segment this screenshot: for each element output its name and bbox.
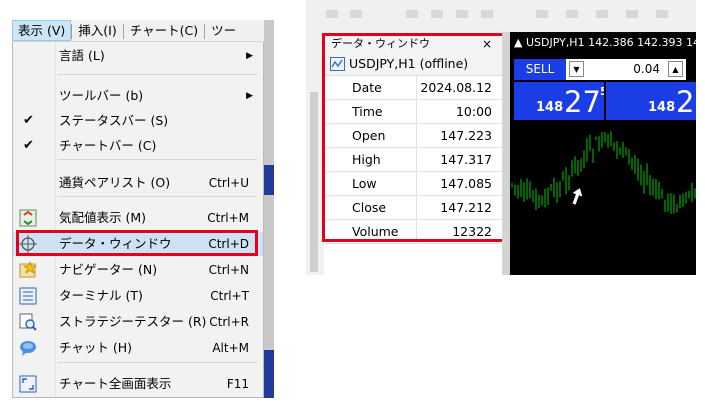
submenu-arrow-icon: ▶ bbox=[246, 51, 253, 61]
menu-item[interactable]: 言語 (L) ▶ bbox=[13, 44, 263, 68]
data-window-value: 147.317 bbox=[440, 152, 492, 167]
menu-item-shortcut: F11 bbox=[226, 377, 249, 391]
data-window-row: Date 2024.08.12 bbox=[324, 76, 502, 100]
data-window-row: Volume 12322 bbox=[324, 220, 502, 244]
strategy-tester-icon bbox=[19, 313, 37, 331]
data-window-value: 2024.08.12 bbox=[420, 80, 492, 95]
panel-splitter[interactable] bbox=[502, 32, 510, 275]
menu-bar: 表示 (V) 挿入(I) チャート(C) ツー bbox=[12, 20, 264, 42]
data-window-value: 147.085 bbox=[440, 176, 492, 191]
menu-item[interactable]: チャット (H) Alt+M bbox=[13, 336, 263, 360]
crosshair-icon bbox=[19, 235, 37, 253]
menu-separator bbox=[57, 159, 257, 160]
menu-item[interactable]: ターミナル (T) Ctrl+T bbox=[13, 284, 263, 308]
background-chart-strip bbox=[264, 20, 274, 398]
data-window-value: 147.223 bbox=[440, 128, 492, 143]
menu-separator bbox=[57, 362, 257, 363]
check-icon: ✔ bbox=[23, 138, 34, 153]
data-window-row: Time 10:00 bbox=[324, 100, 502, 124]
menu-item[interactable]: ✔ ステータスバー (S) bbox=[13, 109, 263, 133]
market-watch-icon bbox=[19, 209, 37, 227]
data-window-title: データ・ウィンドウ bbox=[331, 37, 430, 50]
menu-item[interactable]: 通貨ペアリスト (O) Ctrl+U bbox=[13, 171, 263, 195]
menu-item-label: ステータスバー (S) bbox=[59, 113, 169, 128]
data-window-symbol-row: USDJPY,H1 (offline) bbox=[324, 53, 502, 76]
menu-item-shortcut: Alt+M bbox=[212, 341, 249, 355]
data-window-value: 147.212 bbox=[440, 200, 492, 215]
data-window-value: 12322 bbox=[452, 224, 492, 239]
menu-item-label: 通貨ペアリスト (O) bbox=[59, 175, 171, 190]
left-scrollbar[interactable] bbox=[306, 32, 322, 275]
data-window-key: Time bbox=[352, 104, 383, 119]
data-window-key: Close bbox=[352, 200, 387, 215]
menubar-item[interactable]: ツー bbox=[205, 20, 242, 41]
menu-item-shortcut: Ctrl+N bbox=[208, 263, 249, 277]
menu-item-shortcut: Ctrl+R bbox=[209, 315, 249, 329]
data-window-key: Open bbox=[352, 128, 386, 143]
column-divider bbox=[416, 220, 417, 244]
menu-item-label: チャート全画面表示 bbox=[59, 376, 172, 391]
menu-item-label: チャット (H) bbox=[59, 340, 133, 355]
column-divider bbox=[416, 148, 417, 172]
column-divider bbox=[416, 76, 417, 100]
menu-item-label: ストラテジーテスター (R) bbox=[59, 314, 207, 329]
fullscreen-icon bbox=[19, 375, 37, 393]
scrollbar-thumb[interactable] bbox=[310, 92, 318, 272]
menu-item-shortcut: Ctrl+T bbox=[210, 289, 249, 303]
data-window-row: Open 147.223 bbox=[324, 124, 502, 148]
data-window-key: Date bbox=[352, 80, 382, 95]
data-window-panel: データ・ウィンドウ × USDJPY,H1 (offline) Date 2024… bbox=[324, 35, 502, 275]
data-window-titlebar: データ・ウィンドウ × bbox=[324, 35, 502, 53]
menu-item[interactable]: ✔ チャートバー (C) bbox=[13, 134, 263, 158]
menu-item-shortcut: Ctrl+D bbox=[208, 237, 249, 251]
menu-item[interactable]: 気配値表示 (M) Ctrl+M bbox=[13, 206, 263, 230]
usdjpy-chart[interactable]: ▲ USDJPY,H1 142.386 142.393 142 SELL ▼ 0… bbox=[510, 32, 696, 275]
check-icon: ✔ bbox=[23, 113, 34, 128]
close-icon[interactable]: × bbox=[482, 35, 492, 53]
menu-item[interactable]: ストラテジーテスター (R) Ctrl+R bbox=[13, 310, 263, 334]
menu-item-label: 気配値表示 (M) bbox=[59, 210, 147, 225]
navigator-star-icon bbox=[19, 261, 37, 279]
menu-item-label: データ・ウィンドウ bbox=[59, 236, 172, 251]
column-divider bbox=[416, 100, 417, 124]
data-window-row: High 147.317 bbox=[324, 148, 502, 172]
menu-separator bbox=[57, 74, 257, 75]
menu-item[interactable]: チャート全画面表示 F11 bbox=[13, 372, 263, 396]
data-window-row: Low 147.085 bbox=[324, 172, 502, 196]
data-window-symbol: USDJPY,H1 (offline) bbox=[349, 56, 469, 71]
menu-item[interactable]: ツールバー (b) ▶ bbox=[13, 84, 263, 108]
chat-bubble-icon bbox=[19, 339, 37, 357]
menubar-item[interactable]: 表示 (V) bbox=[12, 20, 72, 41]
column-divider bbox=[416, 172, 417, 196]
toolbar bbox=[306, 0, 696, 32]
menu-item-label: 言語 (L) bbox=[59, 48, 105, 63]
data-window-row: Close 147.212 bbox=[324, 196, 502, 220]
menu-item-label: チャートバー (C) bbox=[59, 138, 157, 153]
data-window-key: Low bbox=[352, 176, 377, 191]
menu-separator bbox=[57, 196, 257, 197]
data-window-key: High bbox=[352, 152, 381, 167]
data-window-key: Volume bbox=[352, 224, 399, 239]
menu-item-label: ツールバー (b) bbox=[59, 88, 144, 103]
menu-item[interactable]: ナビゲーター (N) Ctrl+N bbox=[13, 258, 263, 282]
price-candles bbox=[511, 131, 696, 215]
mouse-cursor-icon bbox=[570, 186, 584, 206]
data-window-value: 10:00 bbox=[455, 104, 492, 119]
menu-item-label: ターミナル (T) bbox=[59, 288, 143, 303]
submenu-arrow-icon: ▶ bbox=[246, 91, 253, 101]
menubar-item[interactable]: チャート(C) bbox=[124, 20, 204, 41]
terminal-icon bbox=[19, 287, 37, 305]
column-divider bbox=[416, 124, 417, 148]
menu-item-shortcut: Ctrl+M bbox=[207, 211, 249, 225]
mt4-terminal-window: データ・ウィンドウ × USDJPY,H1 (offline) Date 2024… bbox=[306, 0, 696, 275]
menu-item-label: ナビゲーター (N) bbox=[59, 262, 158, 277]
menu-item[interactable]: データ・ウィンドウ Ctrl+D bbox=[13, 232, 263, 256]
view-menu-dropdown: 言語 (L) ▶ ツールバー (b) ▶ ✔ ステータスバー (S) ✔ チャートバー (C)… bbox=[12, 42, 264, 398]
menu-item-shortcut: Ctrl+U bbox=[208, 176, 249, 190]
menubar-item[interactable]: 挿入(I) bbox=[72, 20, 122, 41]
column-divider bbox=[416, 196, 417, 220]
chart-symbol-icon bbox=[330, 57, 345, 71]
